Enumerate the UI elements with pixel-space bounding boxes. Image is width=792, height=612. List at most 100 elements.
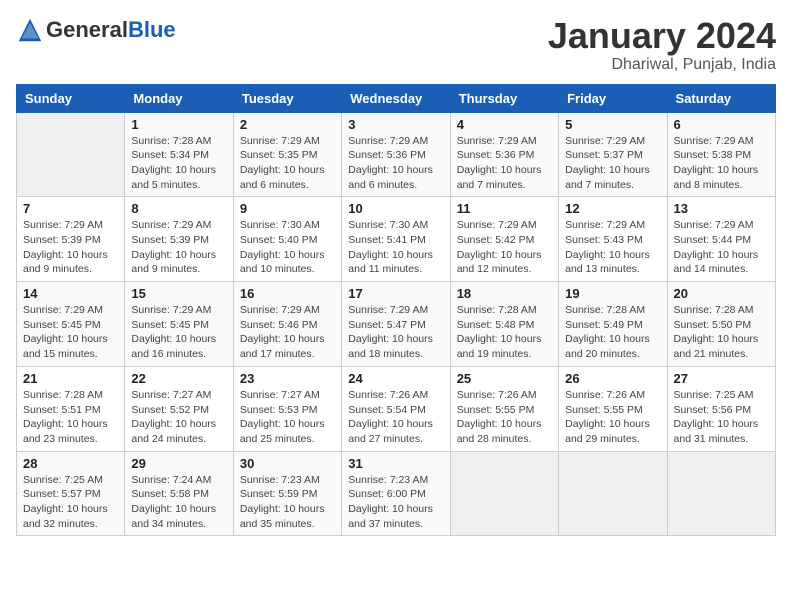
calendar-cell: 14 Sunrise: 7:29 AM Sunset: 5:45 PM Dayli… <box>17 282 125 367</box>
calendar-cell: 11Sunrise: 7:29 AM Sunset: 5:42 PM Dayli… <box>450 197 558 282</box>
calendar-cell: 10 Sunrise: 7:30 AM Sunset: 5:41 PM Dayli… <box>342 197 450 282</box>
calendar-cell: 1 Sunrise: 7:28 AM Sunset: 5:34 PM Daylig… <box>125 112 233 197</box>
calendar-cell: 9 Sunrise: 7:30 AM Sunset: 5:40 PM Daylig… <box>233 197 341 282</box>
title-area: January 2024 Dhariwal, Punjab, India <box>548 16 776 74</box>
day-info: Sunrise: 7:27 AM Sunset: 5:52 PM Dayligh… <box>131 388 226 447</box>
weekday-header-saturday: Saturday <box>667 84 775 112</box>
day-number: 12 <box>565 201 660 216</box>
day-info: Sunrise: 7:23 AM Sunset: 5:59 PM Dayligh… <box>240 473 335 532</box>
calendar-table: SundayMondayTuesdayWednesdayThursdayFrid… <box>16 84 776 537</box>
month-title: January 2024 <box>548 16 776 56</box>
weekday-header-friday: Friday <box>559 84 667 112</box>
day-number: 23 <box>240 371 335 386</box>
calendar-cell: 30 Sunrise: 7:23 AM Sunset: 5:59 PM Dayli… <box>233 451 341 536</box>
calendar-cell <box>667 451 775 536</box>
day-info: Sunrise: 7:23 AM Sunset: 6:00 PM Dayligh… <box>348 473 443 532</box>
day-info: Sunrise: 7:29 AM Sunset: 5:47 PM Dayligh… <box>348 303 443 362</box>
weekday-header-row: SundayMondayTuesdayWednesdayThursdayFrid… <box>17 84 776 112</box>
calendar-week-row: 1 Sunrise: 7:28 AM Sunset: 5:34 PM Daylig… <box>17 112 776 197</box>
day-number: 29 <box>131 456 226 471</box>
calendar-cell: 31Sunrise: 7:23 AM Sunset: 6:00 PM Dayli… <box>342 451 450 536</box>
weekday-header-tuesday: Tuesday <box>233 84 341 112</box>
day-info: Sunrise: 7:28 AM Sunset: 5:49 PM Dayligh… <box>565 303 660 362</box>
calendar-cell: 27Sunrise: 7:25 AM Sunset: 5:56 PM Dayli… <box>667 366 775 451</box>
day-info: Sunrise: 7:29 AM Sunset: 5:42 PM Dayligh… <box>457 218 552 277</box>
day-info: Sunrise: 7:28 AM Sunset: 5:48 PM Dayligh… <box>457 303 552 362</box>
calendar-week-row: 21Sunrise: 7:28 AM Sunset: 5:51 PM Dayli… <box>17 366 776 451</box>
day-number: 4 <box>457 117 552 132</box>
day-info: Sunrise: 7:24 AM Sunset: 5:58 PM Dayligh… <box>131 473 226 532</box>
day-info: Sunrise: 7:29 AM Sunset: 5:39 PM Dayligh… <box>131 218 226 277</box>
day-info: Sunrise: 7:25 AM Sunset: 5:57 PM Dayligh… <box>23 473 118 532</box>
calendar-cell <box>559 451 667 536</box>
day-number: 25 <box>457 371 552 386</box>
weekday-header-sunday: Sunday <box>17 84 125 112</box>
day-info: Sunrise: 7:29 AM Sunset: 5:43 PM Dayligh… <box>565 218 660 277</box>
day-number: 17 <box>348 286 443 301</box>
calendar-cell: 23 Sunrise: 7:27 AM Sunset: 5:53 PM Dayli… <box>233 366 341 451</box>
weekday-header-monday: Monday <box>125 84 233 112</box>
calendar-cell: 26Sunrise: 7:26 AM Sunset: 5:55 PM Dayli… <box>559 366 667 451</box>
day-info: Sunrise: 7:28 AM Sunset: 5:51 PM Dayligh… <box>23 388 118 447</box>
calendar-week-row: 28Sunrise: 7:25 AM Sunset: 5:57 PM Dayli… <box>17 451 776 536</box>
calendar-week-row: 7 Sunrise: 7:29 AM Sunset: 5:39 PM Daylig… <box>17 197 776 282</box>
day-number: 19 <box>565 286 660 301</box>
day-info: Sunrise: 7:30 AM Sunset: 5:41 PM Dayligh… <box>348 218 443 277</box>
calendar-cell: 24Sunrise: 7:26 AM Sunset: 5:54 PM Dayli… <box>342 366 450 451</box>
calendar-cell <box>450 451 558 536</box>
day-number: 18 <box>457 286 552 301</box>
calendar-cell: 3Sunrise: 7:29 AM Sunset: 5:36 PM Daylig… <box>342 112 450 197</box>
day-info: Sunrise: 7:29 AM Sunset: 5:37 PM Dayligh… <box>565 134 660 193</box>
day-info: Sunrise: 7:29 AM Sunset: 5:38 PM Dayligh… <box>674 134 769 193</box>
calendar-cell: 5 Sunrise: 7:29 AM Sunset: 5:37 PM Daylig… <box>559 112 667 197</box>
calendar-cell: 20 Sunrise: 7:28 AM Sunset: 5:50 PM Dayli… <box>667 282 775 367</box>
calendar-cell: 22 Sunrise: 7:27 AM Sunset: 5:52 PM Dayli… <box>125 366 233 451</box>
day-number: 13 <box>674 201 769 216</box>
day-number: 6 <box>674 117 769 132</box>
day-number: 2 <box>240 117 335 132</box>
calendar-cell: 21Sunrise: 7:28 AM Sunset: 5:51 PM Dayli… <box>17 366 125 451</box>
calendar-cell: 19 Sunrise: 7:28 AM Sunset: 5:49 PM Dayli… <box>559 282 667 367</box>
calendar-cell: 13 Sunrise: 7:29 AM Sunset: 5:44 PM Dayli… <box>667 197 775 282</box>
calendar-cell <box>17 112 125 197</box>
day-number: 20 <box>674 286 769 301</box>
day-number: 10 <box>348 201 443 216</box>
logo-blue-text: Blue <box>128 17 176 43</box>
calendar-cell: 4Sunrise: 7:29 AM Sunset: 5:36 PM Daylig… <box>450 112 558 197</box>
weekday-header-thursday: Thursday <box>450 84 558 112</box>
calendar-cell: 6 Sunrise: 7:29 AM Sunset: 5:38 PM Daylig… <box>667 112 775 197</box>
page-header: GeneralBlue January 2024 Dhariwal, Punja… <box>16 16 776 74</box>
day-info: Sunrise: 7:26 AM Sunset: 5:54 PM Dayligh… <box>348 388 443 447</box>
day-info: Sunrise: 7:26 AM Sunset: 5:55 PM Dayligh… <box>457 388 552 447</box>
logo: GeneralBlue <box>16 16 176 44</box>
day-info: Sunrise: 7:29 AM Sunset: 5:46 PM Dayligh… <box>240 303 335 362</box>
calendar-cell: 28Sunrise: 7:25 AM Sunset: 5:57 PM Dayli… <box>17 451 125 536</box>
calendar-cell: 18 Sunrise: 7:28 AM Sunset: 5:48 PM Dayli… <box>450 282 558 367</box>
day-number: 7 <box>23 201 118 216</box>
day-number: 3 <box>348 117 443 132</box>
calendar-cell: 17 Sunrise: 7:29 AM Sunset: 5:47 PM Dayli… <box>342 282 450 367</box>
day-number: 15 <box>131 286 226 301</box>
day-number: 27 <box>674 371 769 386</box>
day-number: 9 <box>240 201 335 216</box>
day-number: 1 <box>131 117 226 132</box>
day-info: Sunrise: 7:29 AM Sunset: 5:44 PM Dayligh… <box>674 218 769 277</box>
weekday-header-wednesday: Wednesday <box>342 84 450 112</box>
day-number: 5 <box>565 117 660 132</box>
day-number: 14 <box>23 286 118 301</box>
day-number: 22 <box>131 371 226 386</box>
calendar-cell: 12 Sunrise: 7:29 AM Sunset: 5:43 PM Dayli… <box>559 197 667 282</box>
calendar-cell: 25 Sunrise: 7:26 AM Sunset: 5:55 PM Dayli… <box>450 366 558 451</box>
day-number: 16 <box>240 286 335 301</box>
day-number: 8 <box>131 201 226 216</box>
calendar-cell: 16 Sunrise: 7:29 AM Sunset: 5:46 PM Dayli… <box>233 282 341 367</box>
calendar-cell: 15Sunrise: 7:29 AM Sunset: 5:45 PM Dayli… <box>125 282 233 367</box>
day-info: Sunrise: 7:29 AM Sunset: 5:45 PM Dayligh… <box>23 303 118 362</box>
calendar-cell: 8 Sunrise: 7:29 AM Sunset: 5:39 PM Daylig… <box>125 197 233 282</box>
day-info: Sunrise: 7:28 AM Sunset: 5:34 PM Dayligh… <box>131 134 226 193</box>
calendar-cell: 2Sunrise: 7:29 AM Sunset: 5:35 PM Daylig… <box>233 112 341 197</box>
day-info: Sunrise: 7:27 AM Sunset: 5:53 PM Dayligh… <box>240 388 335 447</box>
day-info: Sunrise: 7:28 AM Sunset: 5:50 PM Dayligh… <box>674 303 769 362</box>
day-info: Sunrise: 7:30 AM Sunset: 5:40 PM Dayligh… <box>240 218 335 277</box>
day-number: 30 <box>240 456 335 471</box>
